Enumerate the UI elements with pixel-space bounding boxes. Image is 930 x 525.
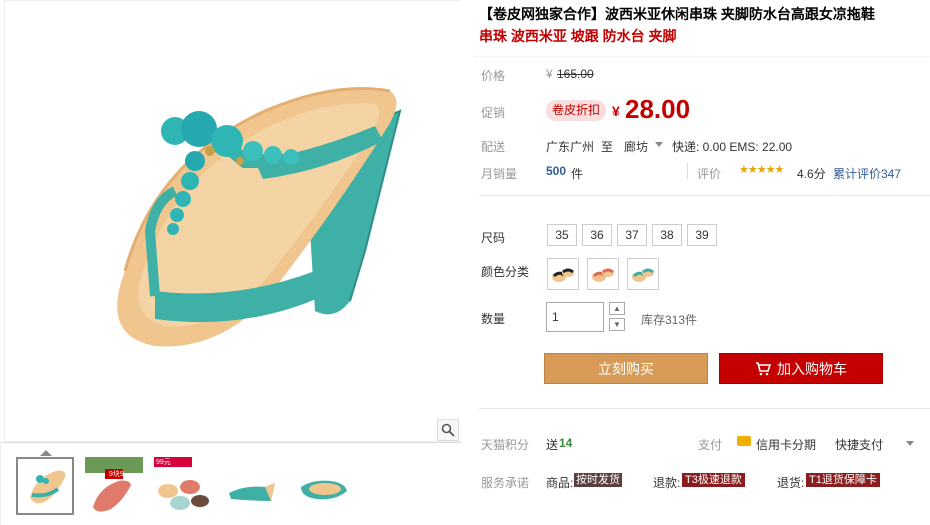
size-option-35[interactable]: 35 — [547, 224, 577, 246]
promise-3-tag[interactable]: T1退货保障卡 — [806, 473, 880, 487]
thumb-badge-3: 99元 — [156, 459, 171, 466]
pay-credit-card[interactable]: 信用卡分期 — [756, 436, 816, 453]
qty-decrease-button[interactable]: ▼ — [609, 318, 625, 331]
size-option-36[interactable]: 36 — [582, 224, 612, 246]
shipping-fees: 快递: 0.00 EMS: 22.00 — [672, 140, 793, 154]
rating-label: 评价 — [697, 167, 722, 181]
thumb-badge-2: 9块9 — [109, 471, 124, 478]
thumbnail-2[interactable]: 9块9 — [85, 457, 143, 515]
color-option-teal[interactable] — [627, 258, 659, 290]
thumb-sandal-coral — [85, 457, 143, 512]
thumbnail-4[interactable] — [225, 457, 283, 515]
promise-1-tag[interactable]: 按时发货 — [574, 473, 622, 487]
promo-currency: ¥ — [612, 103, 620, 119]
sales-label: 月销量 — [481, 167, 518, 181]
promise-2-tag[interactable]: T3极速退款 — [682, 473, 745, 487]
rating-score: 4.6分 — [797, 167, 826, 181]
thumbnail-strip: 9块9 99元 — [0, 442, 462, 525]
shipping-label: 配送 — [481, 140, 506, 154]
shipping-to-word: 至 — [601, 140, 614, 154]
sales-count: 500 — [546, 164, 567, 178]
original-price: 165.00 — [557, 67, 594, 81]
promise-1-prefix: 商品: — [546, 476, 574, 490]
promise-3-prefix: 退货: — [777, 476, 805, 490]
color-option-coral[interactable] — [587, 258, 619, 290]
buy-now-button[interactable]: 立刻购买 — [544, 353, 708, 384]
product-info: 【卷皮网独家合作】波西米亚休闲串珠 夹脚防水台高跟女凉拖鞋 串珠 波西米亚 坡跟… — [475, 0, 930, 525]
qty-increase-button[interactable]: ▲ — [609, 302, 625, 315]
main-product-image[interactable] — [4, 0, 460, 442]
credit-card-icon — [737, 436, 751, 446]
promise-2-prefix: 退款: — [653, 476, 681, 490]
stock-text: 库存313件 — [641, 313, 698, 327]
product-title: 【卷皮网独家合作】波西米亚休闲串珠 夹脚防水台高跟女凉拖鞋 — [479, 6, 875, 22]
thumb-sandal-top — [301, 480, 347, 500]
shipping-from: 广东广州 — [546, 140, 595, 154]
price-currency: ¥ — [546, 67, 553, 81]
points-value: 14 — [559, 436, 573, 450]
cart-icon — [756, 361, 771, 375]
pay-label: 支付 — [698, 438, 723, 452]
promise-label: 服务承诺 — [481, 476, 530, 490]
promo-badge: 卷皮折扣 — [546, 100, 607, 121]
thumb-sandal-teal — [30, 470, 66, 504]
points-label: 天猫积分 — [481, 438, 530, 452]
add-to-cart-button[interactable]: 加入购物车 — [719, 353, 883, 384]
color-label: 颜色分类 — [481, 265, 530, 279]
thumbnail-3[interactable]: 99元 — [154, 457, 212, 515]
size-option-37[interactable]: 37 — [617, 224, 647, 246]
black-sandal-icon — [552, 268, 574, 282]
size-label: 尺码 — [481, 231, 506, 245]
promo-label: 促销 — [481, 106, 506, 120]
thumbnail-5[interactable] — [295, 457, 353, 515]
quantity-input[interactable]: 1 — [546, 302, 604, 332]
pay-quick[interactable]: 快捷支付 — [835, 436, 883, 453]
price-label: 价格 — [481, 69, 506, 83]
add-to-cart-label: 加入购物车 — [777, 360, 847, 377]
color-option-black[interactable] — [547, 258, 579, 290]
pay-dropdown-icon[interactable] — [906, 441, 914, 446]
magnifier-icon — [441, 423, 455, 437]
shipping-to-select[interactable]: 廊坊 — [624, 138, 648, 155]
chevron-down-icon: ▼ — [613, 320, 621, 329]
rating-stars-icon: ★★★★★ — [739, 164, 784, 176]
promo-price: 28.00 — [625, 94, 691, 124]
zoom-button[interactable] — [437, 419, 459, 441]
thumb-sandal-side — [229, 483, 275, 501]
product-gallery: 9块9 99元 — [0, 0, 462, 525]
sales-unit: 件 — [571, 167, 584, 181]
teal-sandal-icon — [632, 268, 654, 282]
bottom-divider — [479, 408, 930, 409]
options-divider — [479, 195, 930, 196]
chevron-up-icon: ▲ — [613, 304, 621, 313]
points-prefix: 送 — [546, 438, 559, 452]
sales-divider — [687, 163, 688, 179]
qty-label: 数量 — [481, 312, 506, 326]
sandal-illustration — [117, 87, 402, 347]
size-option-38[interactable]: 38 — [652, 224, 682, 246]
product-subtitle: 串珠 波西米亚 坡跟 防水台 夹脚 — [479, 28, 677, 44]
shipping-dropdown-icon[interactable] — [655, 142, 663, 147]
reviews-link[interactable]: 累计评价347 — [833, 165, 901, 182]
size-option-39[interactable]: 39 — [687, 224, 717, 246]
coral-sandal-icon — [592, 268, 614, 282]
thumbnail-1[interactable] — [16, 457, 74, 515]
